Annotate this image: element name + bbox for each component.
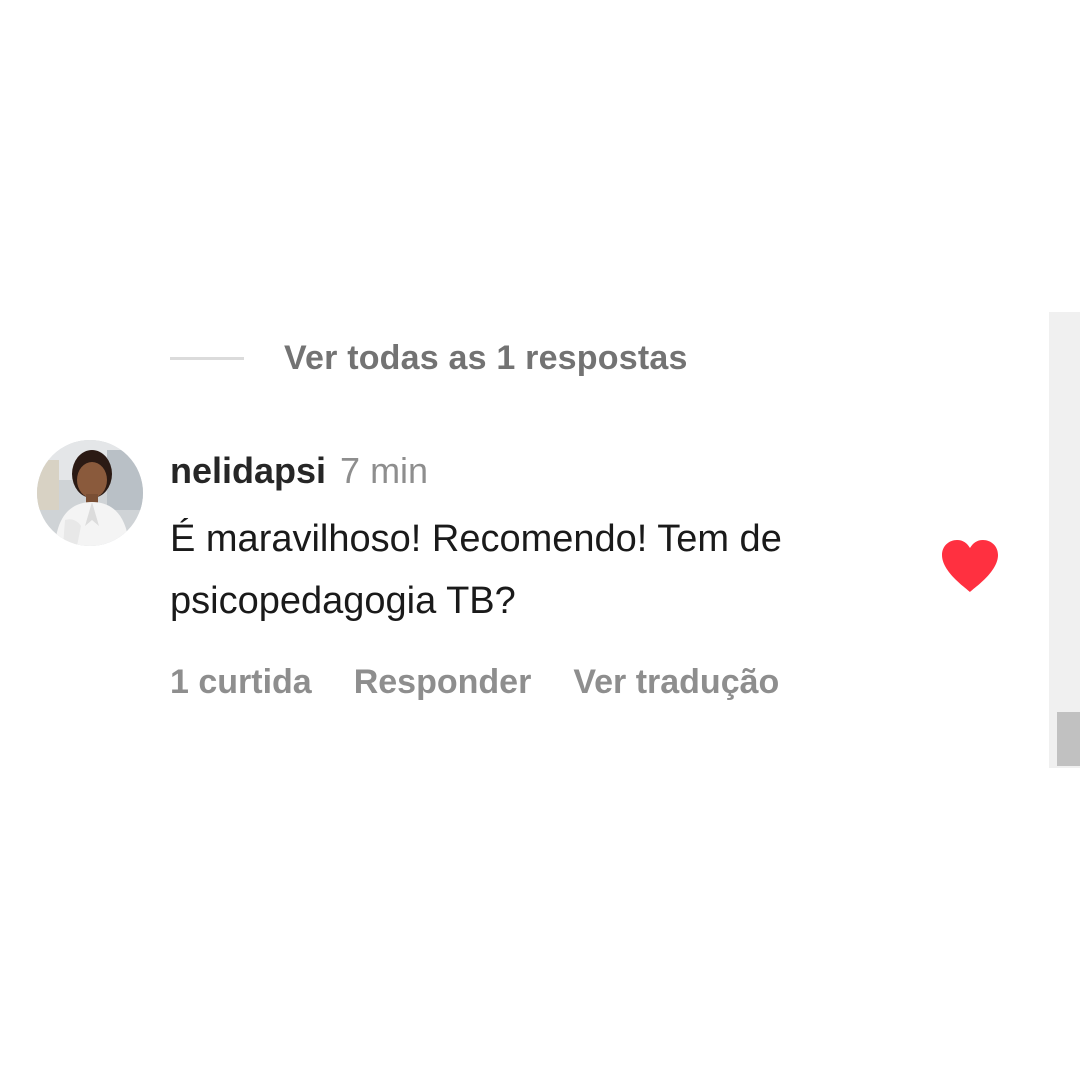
see-translation-button[interactable]: Ver tradução bbox=[573, 663, 779, 702]
likes-count-button[interactable]: 1 curtida bbox=[170, 663, 312, 702]
view-all-replies-button[interactable]: Ver todas as 1 respostas bbox=[170, 336, 688, 380]
replies-divider-line bbox=[170, 356, 244, 360]
scrollbar-track[interactable] bbox=[1049, 312, 1080, 768]
comment-header: nelidapsi 7 min bbox=[170, 450, 428, 494]
heart-filled-icon bbox=[942, 540, 998, 592]
scrollbar-thumb[interactable] bbox=[1057, 712, 1080, 766]
comment-actions: 1 curtida Responder Ver tradução bbox=[170, 660, 821, 704]
comment-username[interactable]: nelidapsi bbox=[170, 450, 326, 492]
avatar-photo bbox=[37, 440, 143, 546]
comment-text: É maravilhoso! Recomendo! Tem de psicope… bbox=[170, 518, 782, 622]
comment-timestamp: 7 min bbox=[340, 450, 429, 491]
reply-button[interactable]: Responder bbox=[354, 663, 532, 702]
avatar[interactable] bbox=[37, 440, 143, 546]
like-button[interactable] bbox=[940, 538, 1000, 594]
view-all-replies-label: Ver todas as 1 respostas bbox=[284, 338, 688, 377]
